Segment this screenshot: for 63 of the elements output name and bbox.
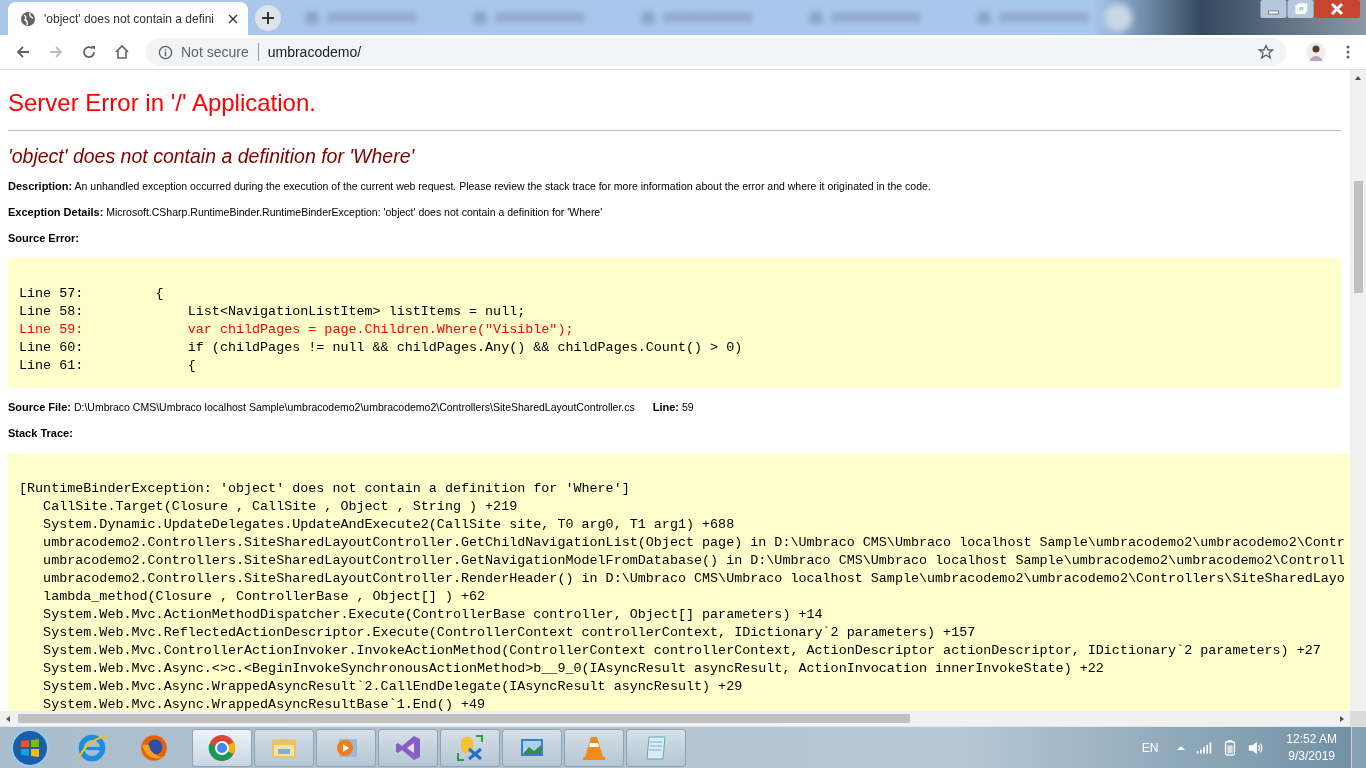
stack-trace-line: lambda_method(Closure , ControllerBase , Object[] ) +62: [42, 588, 487, 606]
stack-trace-line: System.Web.Mvc.ActionMethodDispatcher.Execute(ControllerBase controller, Object[] parameters) +14: [42, 606, 824, 624]
taskbar-button[interactable]: [440, 728, 500, 767]
stack-trace-line: System.Web.Mvc.Async.WrappedAsyncResult`2.CallEndDelegate(IAsyncResult asyncResult) +29: [42, 678, 744, 696]
database-tools-icon: [455, 732, 485, 763]
stack-trace-line: [RuntimeBinderException: 'object' does not contain a definition for 'Where']: [19, 480, 631, 498]
taskbar-button[interactable]: [316, 728, 376, 767]
reload-icon[interactable]: [81, 44, 97, 60]
stack-trace-line: System.Web.Mvc.Async.<>c.<BeginInvokeSynchronousActionMethod>b__9_0(IAsyncResult asyncResult, ActionInvocation innerInvokeState) +22: [42, 660, 1105, 678]
taskbar-button[interactable]: [502, 728, 562, 767]
back-icon[interactable]: [15, 44, 31, 60]
code-line: Line 61: {: [19, 357, 197, 375]
clock-date: 9/3/2019: [1288, 749, 1335, 763]
new-tab-icon[interactable]: [254, 4, 282, 32]
start-button[interactable]: [10, 727, 50, 768]
taskbar-button[interactable]: [254, 728, 314, 767]
home-icon[interactable]: [114, 44, 130, 60]
taskbar-button[interactable]: [564, 728, 624, 767]
stack-trace-line: umbracodemo2.Controllers.SiteSharedLayoutController.GetChildNavigationList(Object page) in D:\Umbraco CMS\Umbraco localhost Sample\umbracodemo2\umbracodemo2\Contr: [42, 534, 1346, 552]
address-bar[interactable]: Not secure umbracodemo/: [146, 38, 1286, 66]
page-title: Server Error in '/' Application.: [8, 89, 317, 117]
stack-trace-line: System.Web.Mvc.ReflectedActionDescriptor.Execute(ControllerContext controllerContext, IDictionary`2 parameters) +157: [42, 624, 977, 642]
code-line: Line 59: var childPages = page.Children.Where("Visible");: [19, 321, 575, 339]
menu-icon[interactable]: [1346, 44, 1350, 60]
avatar-icon[interactable]: [1306, 42, 1326, 62]
stack-trace-line: System.Web.Mvc.Async.WrappedAsyncResultBase`1.End() +49: [42, 696, 487, 711]
taskbar-button[interactable]: [192, 728, 252, 767]
taskbar-button[interactable]: [626, 728, 686, 767]
scrollbar-corner: [1350, 711, 1366, 726]
restore-icon[interactable]: [1287, 0, 1314, 18]
source-file-info: Source File: D:\Umbraco CMS\Umbraco localhost Sample\umbracodemo2\umbracodemo2\Controllers\SiteSharedLayoutController.cs Line: 59: [8, 401, 695, 413]
code-line: Line 60: if (childPages != null && childPages.Any() && childPages.Count() > 0): [19, 339, 744, 357]
info-icon: [158, 44, 173, 60]
browser-tab[interactable]: 'object' does not contain a defini: [8, 2, 248, 35]
stack-trace-line: umbracodemo2.Controllers.SiteSharedLayoutController.RenderHeader() in D:\Umbraco CMS\Umbraco localhost Sample\umbracodemo2\umbracodemo2\Controllers\SiteSharedLayo: [42, 570, 1346, 588]
url-text: umbracodemo/: [267, 44, 362, 60]
stack-trace-line: CallSite.Target(Closure , CallSite , Object , String ) +219: [42, 498, 519, 516]
tab-title: 'object' does not contain a defini: [44, 11, 216, 26]
error-detail: Exception Details: Microsoft.CSharp.RuntimeBinder.RuntimeBinderException: 'object' does not contain a definition for 'Where': [8, 206, 604, 218]
volume-icon[interactable]: [1248, 739, 1265, 756]
scroll-thumb[interactable]: [18, 714, 910, 723]
code-line: Line 58: List<NavigationListItem> listItems = null;: [19, 303, 527, 321]
error-heading: 'object' does not contain a definition for 'Where': [8, 145, 416, 168]
error-detail: Description: An unhandled exception occurred during the execution of the current web request. Please review the stack trace for more information about the error and where it originated in the code.: [8, 180, 932, 192]
section-label: Stack Trace:: [8, 427, 74, 439]
forward-icon[interactable]: [48, 44, 64, 60]
taskbar-button[interactable]: [378, 728, 438, 767]
chrome-icon: [207, 732, 237, 763]
close-icon[interactable]: [228, 13, 238, 24]
signal-icon[interactable]: [1196, 739, 1213, 756]
security-label: Not secure: [181, 44, 249, 60]
scroll-thumb[interactable]: [1353, 181, 1363, 293]
minimize-icon[interactable]: [1260, 0, 1287, 18]
horizontal-scrollbar[interactable]: [0, 711, 1366, 726]
star-icon[interactable]: [1258, 44, 1274, 60]
stack-trace-line: System.Web.Mvc.ControllerActionInvoker.InvokeActionMethod(ControllerContext controllerContext, ActionDescriptor actionDescriptor, IDictionary`2 parameters) +27: [42, 642, 1322, 660]
stack-trace-line: System.Dynamic.UpdateDelegates.UpdateAndExecute2(CallSite site, T0 arg0, T1 arg1) +688: [42, 516, 736, 534]
vertical-scrollbar[interactable]: [1350, 70, 1366, 711]
clock-time: 12:52 AM: [1286, 732, 1337, 746]
code-line: Line 57: {: [19, 285, 165, 303]
globe-icon: [20, 10, 36, 27]
section-label: Source Error:: [8, 232, 80, 244]
stack-trace-line: umbracodemo2.Controllers.SiteSharedLayoutController.GetNavigationModelFromDatabase() in D:\Umbraco CMS\Umbraco localhost Sample\umbracodemo2\umbracodemo2\Controll: [42, 552, 1346, 570]
